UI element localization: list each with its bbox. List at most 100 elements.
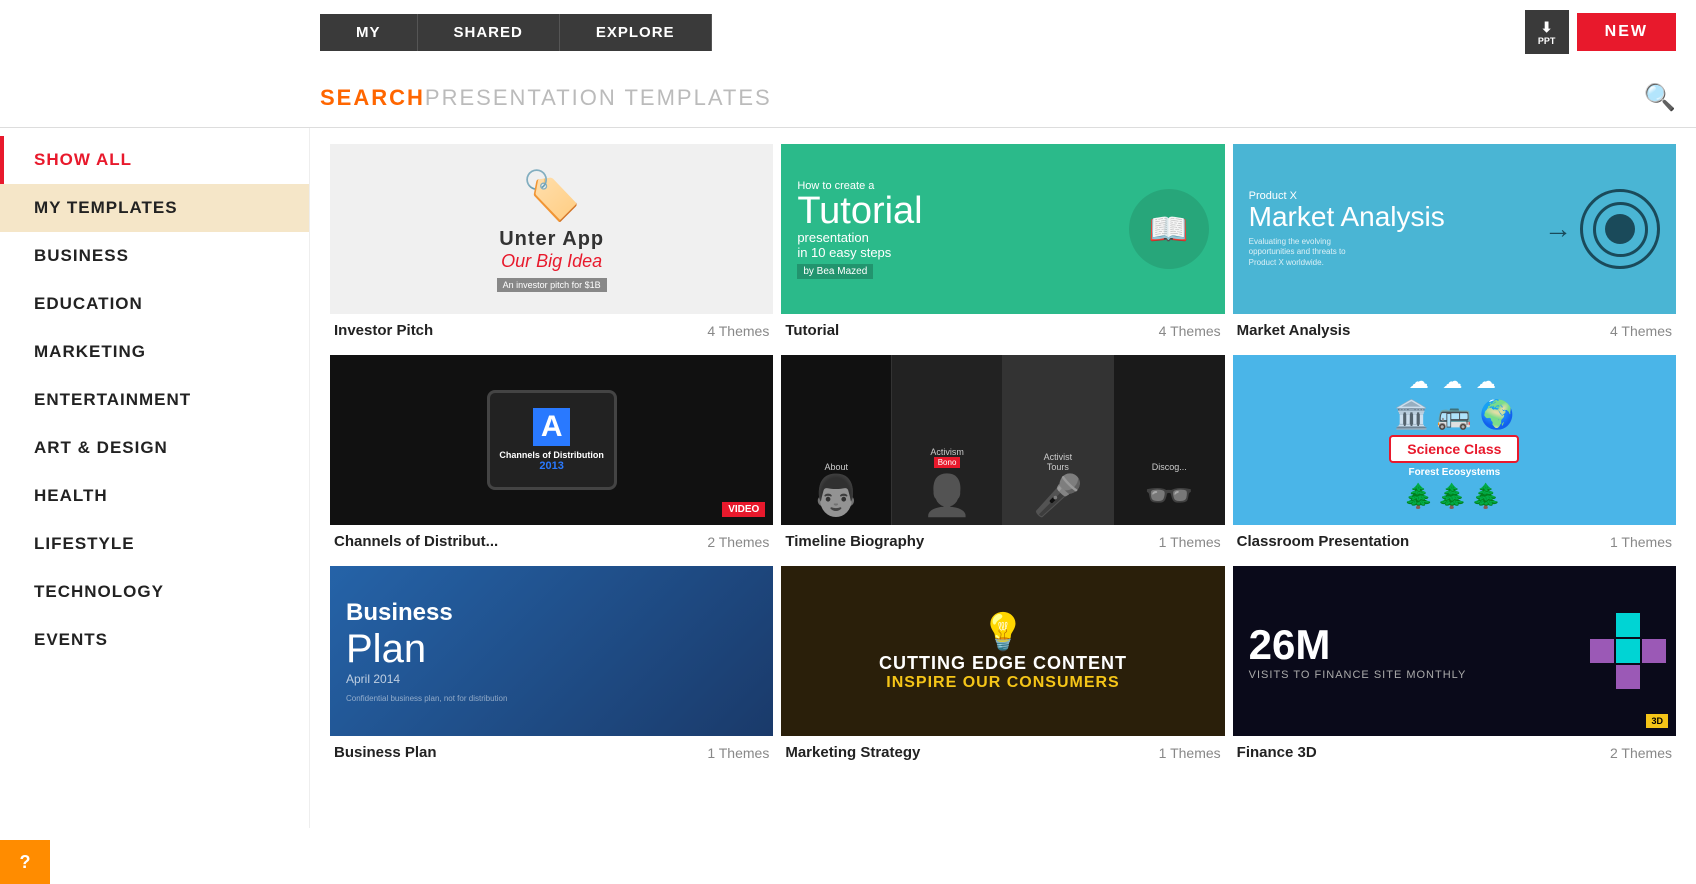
investor-sub: An investor pitch for $1B (497, 278, 607, 292)
card-market-analysis[interactable]: Product X Market Analysis Evaluating the… (1233, 144, 1676, 347)
card-title-finance: Finance 3D (1237, 744, 1317, 761)
sidebar-label-my-templates: MY TEMPLATES (34, 198, 178, 218)
card-info-marketing: Marketing Strategy 1 Themes (781, 736, 1224, 769)
card-thumb-bizplan: Business Plan April 2014 Confidential bu… (330, 566, 773, 736)
card-title-bizplan: Business Plan (334, 744, 437, 761)
finance-crosses (1590, 613, 1666, 689)
search-bar: SEARCH PRESENTATION TEMPLATES 🔍 (0, 64, 1696, 128)
bio-col-activism: Activism Bono 👤 (892, 355, 1003, 525)
bio-col-disco: Discog... 👓 (1114, 355, 1225, 525)
sidebar-label-technology: TECHNOLOGY (34, 582, 164, 602)
bizplan-date: April 2014 (346, 672, 400, 686)
card-business-plan[interactable]: Business Plan April 2014 Confidential bu… (330, 566, 773, 769)
top-nav: MY SHARED EXPLORE ⬇ PPT NEW (0, 0, 1696, 64)
classroom-sub: Forest Ecosystems (1408, 467, 1500, 478)
distrib-letter: A (533, 408, 571, 446)
card-info-bio: Timeline Biography 1 Themes (781, 525, 1224, 558)
marketing-line1: CUTTING EDGE CONTENT (879, 653, 1127, 674)
card-timeline-biography[interactable]: About 👨 Activism Bono 👤 ActivistTours 🎤 (781, 355, 1224, 558)
sidebar-item-art-design[interactable]: ART & DESIGN (0, 424, 309, 472)
new-button[interactable]: NEW (1577, 13, 1676, 51)
help-button[interactable]: ? (0, 840, 50, 884)
tutorial-rest: presentationin 10 easy steps (797, 230, 922, 260)
card-investor-pitch[interactable]: 🏷️ Unter App Our Big Idea An investor pi… (330, 144, 773, 347)
video-badge: VIDEO (722, 502, 765, 517)
card-thumb-channels: A Channels of Distribution 2013 VIDEO (330, 355, 773, 525)
card-themes-bizplan: 1 Themes (707, 745, 769, 761)
tutorial-by: by Bea Mazed (797, 264, 873, 279)
bio-col-tours: ActivistTours 🎤 (1003, 355, 1114, 525)
distrib-year: 2013 (539, 460, 563, 472)
sidebar-label-art-design: ART & DESIGN (34, 438, 168, 458)
search-input[interactable]: SEARCH PRESENTATION TEMPLATES (320, 85, 1644, 111)
finance-visits: VISITS TO FINANCE SITE MONTHLY (1249, 669, 1467, 681)
sidebar-item-marketing[interactable]: MARKETING (0, 328, 309, 376)
main-layout: SHOW ALL MY TEMPLATES BUSINESS EDUCATION… (0, 128, 1696, 828)
card-channels-distribution[interactable]: A Channels of Distribution 2013 VIDEO Ch… (330, 355, 773, 558)
sidebar-item-technology[interactable]: TECHNOLOGY (0, 568, 309, 616)
bizplan-title: Business (346, 599, 453, 627)
card-info-bizplan: Business Plan 1 Themes (330, 736, 773, 769)
card-themes-classroom: 1 Themes (1610, 534, 1672, 550)
sidebar-label-show-all: SHOW ALL (34, 150, 132, 170)
card-themes-investor: 4 Themes (707, 323, 769, 339)
card-info-finance: Finance 3D 2 Themes (1233, 736, 1676, 769)
card-finance-3d[interactable]: 26M VISITS TO FINANCE SITE MONTHLY (1233, 566, 1676, 769)
card-title-investor: Investor Pitch (334, 322, 433, 339)
card-info-channels: Channels of Distribut... 2 Themes (330, 525, 773, 558)
market-big: Market Analysis (1249, 202, 1445, 233)
card-themes-marketing: 1 Themes (1159, 745, 1221, 761)
sidebar-item-events[interactable]: EVENTS (0, 616, 309, 664)
search-icon[interactable]: 🔍 (1644, 82, 1676, 113)
distrib-title: Channels of Distribution (495, 450, 608, 460)
card-title-bio: Timeline Biography (785, 533, 924, 550)
card-themes-bio: 1 Themes (1159, 534, 1221, 550)
classroom-clouds: ☁ ☁ ☁ (1409, 369, 1500, 394)
sidebar-label-lifestyle: LIFESTYLE (34, 534, 135, 554)
card-classroom[interactable]: ☁ ☁ ☁ 🏛️ 🚌 🌍 Science Class Forest Ecosys… (1233, 355, 1676, 558)
sidebar-label-health: HEALTH (34, 486, 108, 506)
card-info-tutorial: Tutorial 4 Themes (781, 314, 1224, 347)
bizplan-plan: Plan (346, 627, 426, 672)
tab-explore[interactable]: EXPLORE (560, 14, 712, 51)
sidebar: SHOW ALL MY TEMPLATES BUSINESS EDUCATION… (0, 128, 310, 828)
tutorial-big: Tutorial (797, 192, 922, 230)
sidebar-label-education: EDUCATION (34, 294, 143, 314)
nav-right: ⬇ PPT NEW (1525, 10, 1676, 54)
card-themes-finance: 2 Themes (1610, 745, 1672, 761)
sidebar-label-entertainment: ENTERTAINMENT (34, 390, 191, 410)
tab-my[interactable]: MY (320, 14, 418, 51)
card-tutorial[interactable]: How to create a Tutorial presentationin … (781, 144, 1224, 347)
search-highlight: SEARCH (320, 85, 425, 111)
sidebar-item-entertainment[interactable]: ENTERTAINMENT (0, 376, 309, 424)
card-title-market: Market Analysis (1237, 322, 1351, 339)
cards-grid: 🏷️ Unter App Our Big Idea An investor pi… (330, 144, 1676, 769)
ppt-upload-button[interactable]: ⬇ PPT (1525, 10, 1569, 54)
sidebar-item-health[interactable]: HEALTH (0, 472, 309, 520)
card-thumb-marketing: 💡 CUTTING EDGE CONTENT INSPIRE OUR CONSU… (781, 566, 1224, 736)
sidebar-item-my-templates[interactable]: MY TEMPLATES (0, 184, 309, 232)
market-target: → (1544, 189, 1660, 269)
investor-app-name: Unter App (499, 228, 604, 251)
card-marketing-strategy[interactable]: 💡 CUTTING EDGE CONTENT INSPIRE OUR CONSU… (781, 566, 1224, 769)
marketing-line2: INSPIRE OUR CONSUMERS (886, 674, 1119, 692)
card-thumb-classroom: ☁ ☁ ☁ 🏛️ 🚌 🌍 Science Class Forest Ecosys… (1233, 355, 1676, 525)
classroom-trees: 🌲🌲🌲 (1404, 482, 1506, 511)
card-themes-market: 4 Themes (1610, 323, 1672, 339)
card-info-investor-pitch: Investor Pitch 4 Themes (330, 314, 773, 347)
sidebar-label-events: EVENTS (34, 630, 108, 650)
card-themes-channels: 2 Themes (707, 534, 769, 550)
card-title-channels: Channels of Distribut... (334, 533, 498, 550)
card-info-market-analysis: Market Analysis 4 Themes (1233, 314, 1676, 347)
sidebar-item-business[interactable]: BUSINESS (0, 232, 309, 280)
card-title-marketing: Marketing Strategy (785, 744, 920, 761)
finance-3d-badge: 3D (1646, 714, 1668, 728)
bio-col-about: About 👨 (781, 355, 892, 525)
sidebar-item-show-all[interactable]: SHOW ALL (0, 136, 309, 184)
sidebar-item-lifestyle[interactable]: LIFESTYLE (0, 520, 309, 568)
classroom-emoji: 🏛️ 🚌 🌍 (1394, 398, 1514, 431)
card-info-classroom: Classroom Presentation 1 Themes (1233, 525, 1676, 558)
tab-shared[interactable]: SHARED (418, 14, 560, 51)
market-desc: Evaluating the evolving opportunities an… (1249, 237, 1369, 268)
sidebar-item-education[interactable]: EDUCATION (0, 280, 309, 328)
